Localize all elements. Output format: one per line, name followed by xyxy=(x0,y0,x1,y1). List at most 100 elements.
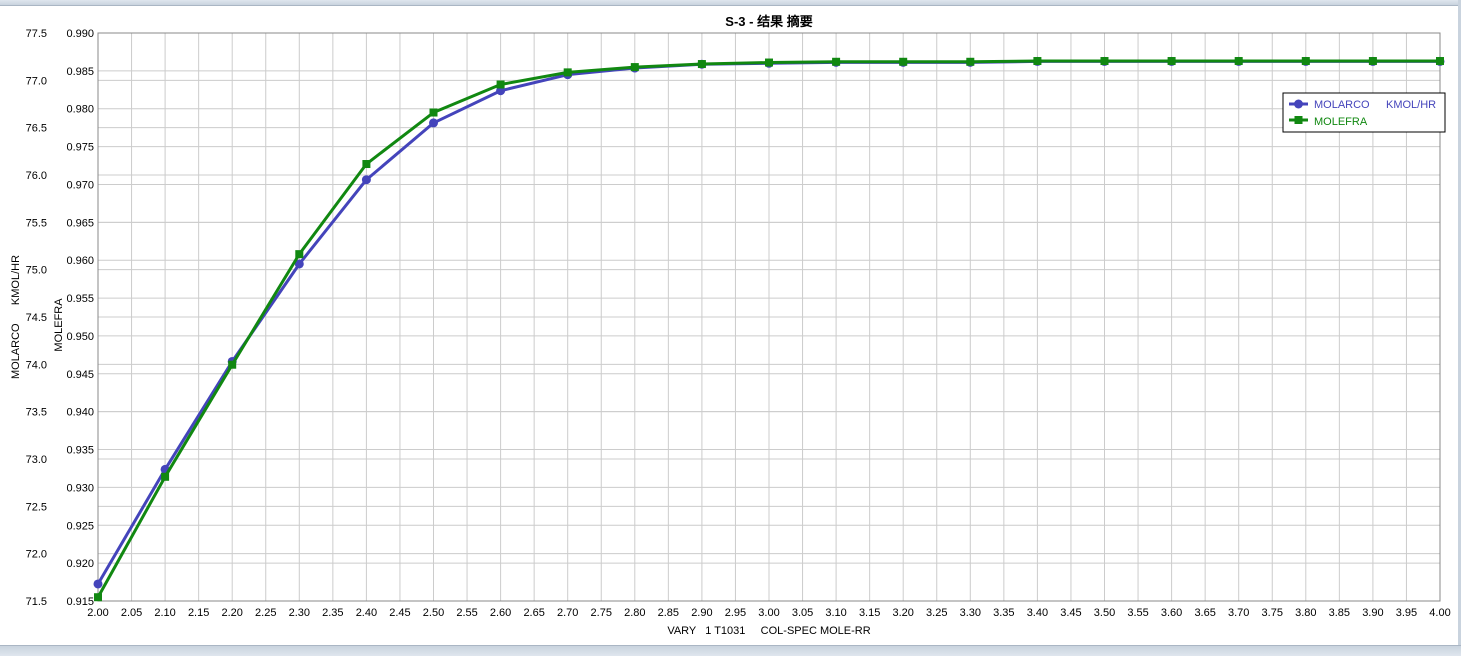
y-axis-left-label: MOLARCO KMOL/HR xyxy=(10,255,22,379)
y-right-tick-label: 0.975 xyxy=(66,142,94,154)
y-left-tick-label: 76.0 xyxy=(26,170,47,182)
x-tick-label: 3.10 xyxy=(825,607,846,619)
line-chart: 2.00 2.05 2.10 2.15 2.20 2.25 2.30 2.35 2.40 2.45… xyxy=(10,14,1451,637)
legend-swatch-marker-molefra xyxy=(1294,116,1303,124)
x-tick-label: 2.45 xyxy=(389,607,410,619)
y-right-tick-label: 0.945 xyxy=(66,369,94,381)
y-right-tick-label: 0.915 xyxy=(66,596,94,608)
x-tick-label: 3.55 xyxy=(1127,607,1148,619)
y-left-tick-label: 77.0 xyxy=(26,75,47,87)
x-tick-label: 3.00 xyxy=(758,607,779,619)
y-left-tick-label: 72.0 xyxy=(26,549,47,561)
data-point-molarco[interactable] xyxy=(93,579,103,589)
data-point-molefra[interactable] xyxy=(1368,57,1377,66)
data-point-molefra[interactable] xyxy=(161,472,170,481)
legend-unit-molarco: KMOL/HR xyxy=(1386,99,1436,111)
x-tick-label: 3.15 xyxy=(859,607,880,619)
legend-label-molefra: MOLEFRA xyxy=(1314,116,1368,128)
data-point-molefra[interactable] xyxy=(1301,57,1310,66)
y-left-tick-label: 72.5 xyxy=(26,501,47,513)
x-tick-label: 3.65 xyxy=(1194,607,1215,619)
x-tick-label: 3.50 xyxy=(1094,607,1115,619)
y-right-tick-label: 0.990 xyxy=(66,28,94,40)
window-bottom-frame xyxy=(0,645,1461,656)
data-point-molefra[interactable] xyxy=(630,63,639,72)
data-point-molefra[interactable] xyxy=(832,57,841,66)
data-point-molarco[interactable] xyxy=(429,118,438,128)
data-point-molarco[interactable] xyxy=(361,175,371,185)
chart-grid xyxy=(97,32,1441,602)
data-point-molefra[interactable] xyxy=(697,60,706,69)
x-tick-label: 3.05 xyxy=(792,607,813,619)
data-point-molefra[interactable] xyxy=(1100,57,1109,66)
data-point-molefra[interactable] xyxy=(1167,57,1176,66)
x-tick-label: 3.40 xyxy=(1027,607,1048,619)
legend-swatch-marker-molarco xyxy=(1294,99,1303,109)
x-tick-label: 3.75 xyxy=(1262,607,1283,619)
x-tick-label: 2.85 xyxy=(658,607,679,619)
y-left-tick-label: 71.5 xyxy=(26,596,47,608)
y-right-tick-label: 0.960 xyxy=(66,255,94,267)
data-point-molefra[interactable] xyxy=(1234,57,1243,66)
chart-title: S-3 - 结果 摘要 xyxy=(725,14,812,29)
y-right-tick-label: 0.965 xyxy=(66,217,94,229)
x-tick-label: 2.20 xyxy=(221,607,242,619)
x-axis-ticks: 2.00 2.05 2.10 2.15 2.20 2.25 2.30 2.35 2.40 2.45… xyxy=(87,607,1450,619)
y-right-tick-label: 0.930 xyxy=(66,482,94,494)
y-right-tick-label: 0.970 xyxy=(66,179,94,191)
x-tick-label: 3.85 xyxy=(1329,607,1350,619)
y-axis-right-label: MOLEFRA xyxy=(53,298,65,352)
x-tick-label: 2.35 xyxy=(322,607,343,619)
y-left-tick-label: 75.0 xyxy=(26,265,47,277)
data-point-molefra[interactable] xyxy=(295,250,304,259)
x-tick-label: 3.80 xyxy=(1295,607,1316,619)
x-tick-label: 2.65 xyxy=(523,607,544,619)
y-left-tick-label: 75.5 xyxy=(26,217,47,229)
y-axis-right-ticks: 0.990 0.985 0.980 0.975 0.970 0.965 0.960 0.955… xyxy=(66,28,94,608)
data-point-molefra[interactable] xyxy=(228,360,237,369)
x-axis-label: VARY 1 T1031 COL-SPEC MOLE-RR xyxy=(667,625,870,637)
y-right-tick-label: 0.940 xyxy=(66,407,94,419)
y-right-tick-label: 0.925 xyxy=(66,520,94,532)
data-point-molefra[interactable] xyxy=(496,80,505,89)
y-left-tick-label: 74.0 xyxy=(26,359,47,371)
legend[interactable]: MOLARCO KMOL/HR MOLEFRA xyxy=(1282,92,1446,133)
x-tick-label: 3.35 xyxy=(993,607,1014,619)
x-tick-label: 2.55 xyxy=(456,607,477,619)
data-point-molefra[interactable] xyxy=(765,58,773,67)
x-tick-label: 3.90 xyxy=(1362,607,1383,619)
data-point-molefra[interactable] xyxy=(429,108,438,117)
x-tick-label: 2.60 xyxy=(490,607,511,619)
y-right-tick-label: 0.980 xyxy=(66,104,94,116)
data-point-molefra[interactable] xyxy=(1436,57,1444,66)
y-axis-left-ticks: 77.5 77.0 76.5 76.0 75.5 75.0 74.5 74.0 73.5 73.0… xyxy=(26,28,47,608)
y-left-tick-label: 73.5 xyxy=(26,407,47,419)
x-tick-label: 3.30 xyxy=(960,607,981,619)
x-tick-label: 2.00 xyxy=(87,607,108,619)
y-left-tick-label: 74.5 xyxy=(26,312,47,324)
x-tick-label: 3.70 xyxy=(1228,607,1249,619)
x-tick-label: 2.50 xyxy=(423,607,444,619)
x-tick-label: 2.05 xyxy=(121,607,142,619)
x-tick-label: 2.90 xyxy=(691,607,712,619)
x-tick-label: 3.45 xyxy=(1060,607,1081,619)
x-tick-label: 2.70 xyxy=(557,607,578,619)
data-point-molefra[interactable] xyxy=(563,68,572,77)
y-right-tick-label: 0.955 xyxy=(66,293,94,305)
x-tick-label: 2.95 xyxy=(725,607,746,619)
y-left-tick-label: 76.5 xyxy=(26,123,47,135)
data-point-molefra[interactable] xyxy=(94,593,102,602)
x-tick-label: 2.75 xyxy=(591,607,612,619)
data-point-molefra[interactable] xyxy=(899,57,908,66)
data-point-molefra[interactable] xyxy=(1033,57,1042,66)
legend-label-molarco: MOLARCO xyxy=(1314,99,1370,111)
data-point-molefra[interactable] xyxy=(966,57,975,66)
data-point-molefra[interactable] xyxy=(362,160,371,169)
y-right-tick-label: 0.985 xyxy=(66,66,94,78)
y-left-tick-label: 77.5 xyxy=(26,28,47,40)
x-tick-label: 3.95 xyxy=(1396,607,1417,619)
x-tick-label: 2.30 xyxy=(289,607,310,619)
x-tick-label: 2.25 xyxy=(255,607,276,619)
x-tick-label: 2.10 xyxy=(154,607,175,619)
x-tick-label: 3.20 xyxy=(892,607,913,619)
